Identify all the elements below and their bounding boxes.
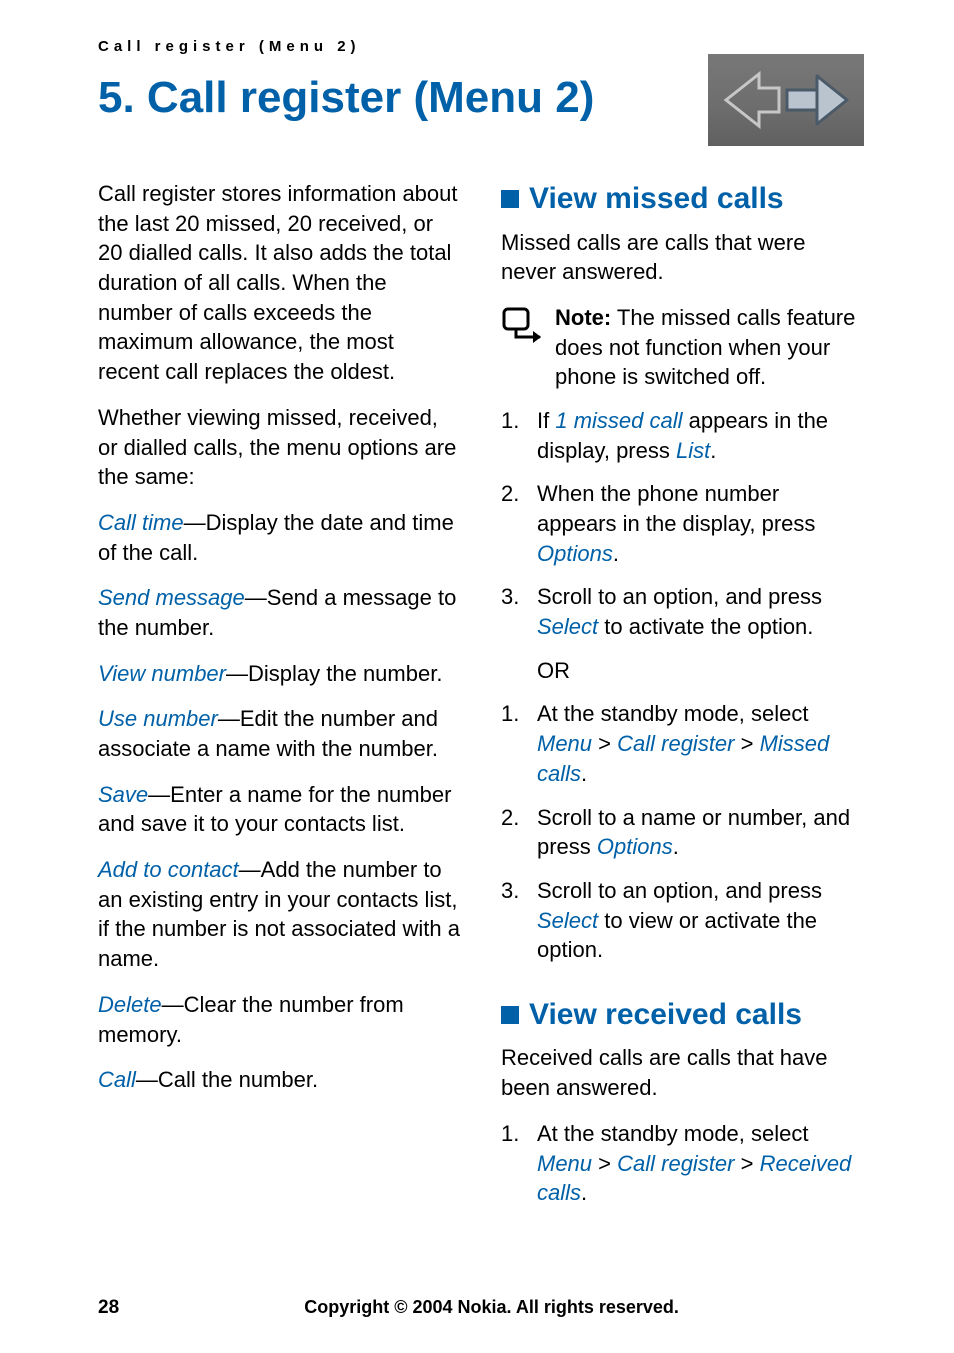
def-delete: Delete—Clear the number from memory. xyxy=(98,990,461,1049)
step-text: When the phone number appears in the dis… xyxy=(537,481,815,536)
step-sep: > xyxy=(592,1151,617,1176)
term-save: Save xyxy=(98,782,148,807)
term-send-message: Send message xyxy=(98,585,245,610)
def-use-number: Use number—Edit the number and associate… xyxy=(98,704,461,763)
received-steps: 1. At the standby mode, select Menu > Ca… xyxy=(501,1119,864,1208)
term-call-time: Call time xyxy=(98,510,184,535)
section-bullet-icon xyxy=(501,190,519,208)
section-view-received-calls: View received calls xyxy=(501,995,864,1036)
step-text: . xyxy=(673,834,679,859)
step-num: 2. xyxy=(501,479,527,568)
step-num: 1. xyxy=(501,1119,527,1208)
step-num: 1. xyxy=(501,406,527,465)
section-view-missed-calls: View missed calls xyxy=(501,179,864,220)
note-body: Note: The missed calls feature does not … xyxy=(555,303,864,392)
or-label: OR xyxy=(537,656,864,686)
step-num: 3. xyxy=(501,876,527,965)
step-text: Scroll to a name or number, and press xyxy=(537,805,850,860)
term-select: Select xyxy=(537,908,598,933)
step-text: . xyxy=(581,1180,587,1205)
section-bullet-icon xyxy=(501,1006,519,1024)
step-item: 2. When the phone number appears in the … xyxy=(501,479,864,568)
missed-steps: 1. If 1 missed call appears in the displ… xyxy=(501,406,864,642)
page-footer: 28 Copyright © 2004 Nokia. All rights re… xyxy=(98,1297,864,1319)
step-text: . xyxy=(710,438,716,463)
note-row: Note: The missed calls feature does not … xyxy=(501,303,864,392)
def-call: Call—Call the number. xyxy=(98,1065,461,1095)
missed-intro: Missed calls are calls that were never a… xyxy=(501,228,864,287)
step-sep: > xyxy=(735,731,760,756)
received-intro: Received calls are calls that have been … xyxy=(501,1043,864,1102)
step-num: 2. xyxy=(501,803,527,862)
section-title-missed: View missed calls xyxy=(529,179,784,220)
def-call-time: Call time—Display the date and time of t… xyxy=(98,508,461,567)
page-number: 28 xyxy=(98,1297,119,1319)
step-item: 2. Scroll to a name or number, and press… xyxy=(501,803,864,862)
def-add-to-contact: Add to contact—Add the number to an exis… xyxy=(98,855,461,974)
step-body: When the phone number appears in the dis… xyxy=(537,479,864,568)
step-body: If 1 missed call appears in the display,… xyxy=(537,406,864,465)
step-item: 1. At the standby mode, select Menu > Ca… xyxy=(501,1119,864,1208)
term-options: Options xyxy=(537,541,613,566)
copyright-text: Copyright © 2004 Nokia. All rights reser… xyxy=(119,1297,864,1318)
right-column: View missed calls Missed calls are calls… xyxy=(501,179,864,1222)
step-text: At the standby mode, select xyxy=(537,1121,809,1146)
def-send-message: Send message—Send a message to the numbe… xyxy=(98,583,461,642)
term-options: Options xyxy=(597,834,673,859)
def-view-number: View number—Display the number. xyxy=(98,659,461,689)
term-use-number: Use number xyxy=(98,706,218,731)
term-menu: Menu xyxy=(537,1151,592,1176)
call-register-hero-icon xyxy=(708,54,864,146)
term-select: Select xyxy=(537,614,598,639)
term-call: Call xyxy=(98,1067,136,1092)
def-save: Save—Enter a name for the number and sav… xyxy=(98,780,461,839)
step-body: At the standby mode, select Menu > Call … xyxy=(537,1119,864,1208)
term-call-register: Call register xyxy=(617,731,734,756)
step-item: 1. At the standby mode, select Menu > Ca… xyxy=(501,699,864,788)
step-body: Scroll to an option, and press Select to… xyxy=(537,582,864,641)
step-body: Scroll to an option, and press Select to… xyxy=(537,876,864,965)
missed-steps-alt: 1. At the standby mode, select Menu > Ca… xyxy=(501,699,864,965)
section-title-received: View received calls xyxy=(529,995,802,1036)
step-text: At the standby mode, select xyxy=(537,701,809,726)
step-body: Scroll to a name or number, and press Op… xyxy=(537,803,864,862)
step-num: 1. xyxy=(501,699,527,788)
step-item: 3. Scroll to an option, and press Select… xyxy=(501,582,864,641)
step-num: 3. xyxy=(501,582,527,641)
step-sep: > xyxy=(735,1151,760,1176)
term-list: List xyxy=(676,438,710,463)
note-icon xyxy=(501,307,541,345)
step-text: Scroll to an option, and press xyxy=(537,878,822,903)
step-text: . xyxy=(613,541,619,566)
term-call-register: Call register xyxy=(617,1151,734,1176)
step-item: 1. If 1 missed call appears in the displ… xyxy=(501,406,864,465)
term-view-number: View number xyxy=(98,661,226,686)
step-text: Scroll to an option, and press xyxy=(537,584,822,609)
note-label: Note: xyxy=(555,305,611,330)
step-text: If xyxy=(537,408,555,433)
left-column: Call register stores information about t… xyxy=(98,179,461,1222)
intro-para-2: Whether viewing missed, received, or dia… xyxy=(98,403,461,492)
step-item: 3. Scroll to an option, and press Select… xyxy=(501,876,864,965)
step-text: to activate the option. xyxy=(598,614,813,639)
term-add-to-contact: Add to contact xyxy=(98,857,239,882)
desc-view-number: —Display the number. xyxy=(226,661,442,686)
content-columns: Call register stores information about t… xyxy=(98,179,864,1222)
term-menu: Menu xyxy=(537,731,592,756)
step-sep: > xyxy=(592,731,617,756)
desc-save: —Enter a name for the number and save it… xyxy=(98,782,451,837)
desc-call: —Call the number. xyxy=(136,1067,318,1092)
term-delete: Delete xyxy=(98,992,162,1017)
intro-para-1: Call register stores information about t… xyxy=(98,179,461,387)
step-text: . xyxy=(581,761,587,786)
running-head: Call register (Menu 2) xyxy=(98,38,864,55)
step-body: At the standby mode, select Menu > Call … xyxy=(537,699,864,788)
term-one-missed-call: 1 missed call xyxy=(555,408,682,433)
